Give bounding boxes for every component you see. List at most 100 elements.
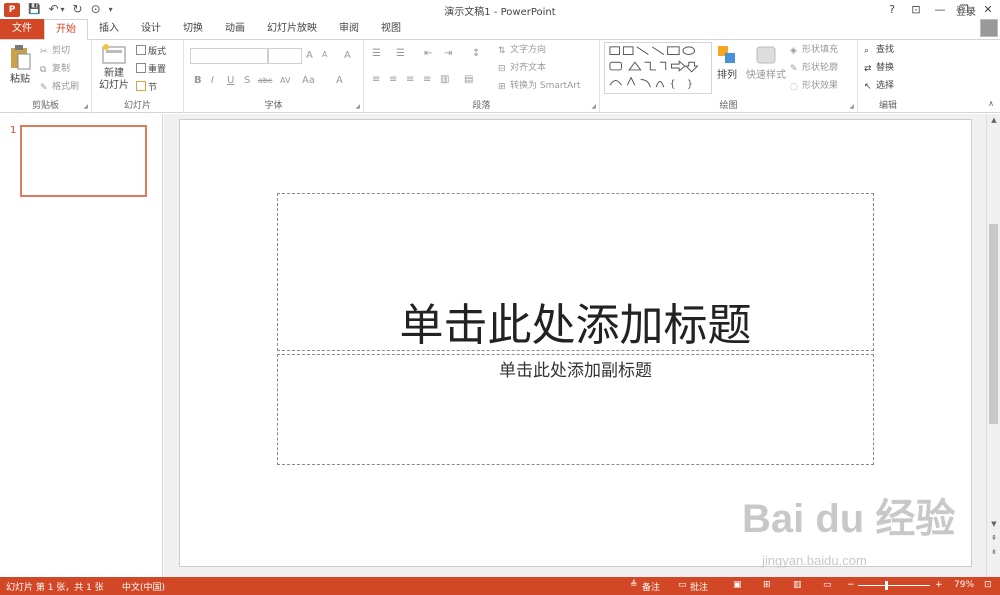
shape-outline-button[interactable]: ✎ 形状轮廓 — [790, 62, 838, 74]
reset-button[interactable]: 重置 — [136, 63, 166, 76]
line-spacing-icon[interactable]: ↕ — [472, 48, 480, 59]
font-size-combo[interactable] — [268, 48, 302, 64]
format-painter-button[interactable]: ✎ 格式刷 — [40, 81, 79, 93]
tab-insert[interactable]: 插入 — [88, 19, 130, 39]
zoom-level[interactable]: 79% — [954, 580, 974, 590]
editing-group-label: 编辑 — [878, 101, 897, 111]
strikethrough-button[interactable]: abc — [258, 76, 272, 85]
notes-icon[interactable]: ≜ — [630, 580, 638, 590]
font-launcher-icon[interactable]: ◢ — [355, 103, 360, 110]
convert-smartart-button[interactable]: ⊞ 转换为 SmartArt — [498, 80, 580, 92]
char-spacing-button[interactable]: AV — [280, 76, 290, 85]
collapse-ribbon-icon[interactable]: ∧ — [988, 99, 994, 108]
scroll-down-icon[interactable]: ▼ — [987, 520, 1000, 528]
subtitle-placeholder[interactable]: 单击此处添加副标题 — [277, 354, 874, 465]
tab-review[interactable]: 审阅 — [328, 19, 370, 39]
clipboard-launcher-icon[interactable]: ◢ — [83, 103, 88, 110]
close-icon[interactable]: ✕ — [976, 0, 1000, 19]
paragraph-launcher-icon[interactable]: ◢ — [591, 103, 596, 110]
avatar[interactable] — [980, 19, 998, 37]
ribbon-display-icon[interactable]: ⊡ — [904, 0, 928, 19]
vertical-scrollbar[interactable]: ▲ ▼ ⇞ ⇟ — [986, 114, 1000, 577]
find-button[interactable]: ⌕ 查找 — [864, 44, 894, 56]
shadow-button[interactable]: S — [244, 75, 250, 86]
reset-icon — [136, 63, 146, 73]
text-box-align-icon[interactable]: ▤ — [464, 74, 473, 85]
zoom-in-icon[interactable]: + — [935, 580, 943, 590]
slide-thumbnails-pane: 1 — [0, 114, 163, 577]
font-name-combo[interactable] — [190, 48, 268, 64]
login-link[interactable]: 登录 — [956, 3, 976, 18]
slide-sorter-icon[interactable]: ⊞ — [763, 580, 771, 590]
justify-icon[interactable]: ≡ — [423, 74, 431, 85]
fit-slide-icon[interactable]: ⊡ — [984, 580, 992, 590]
outline-pen-icon: ✎ — [790, 64, 798, 74]
align-text-button[interactable]: ⊟ 对齐文本 — [498, 62, 546, 74]
replace-label: 替换 — [876, 63, 895, 73]
shrink-font-icon[interactable]: A — [322, 50, 327, 59]
grow-font-icon[interactable]: A — [306, 50, 313, 61]
next-slide-icon[interactable]: ⇟ — [987, 548, 1000, 556]
drawing-launcher-icon[interactable]: ◢ — [849, 103, 854, 110]
replace-button[interactable]: ⇄ 替换 — [864, 62, 894, 74]
align-text-label: 对齐文本 — [510, 63, 547, 73]
bold-button[interactable]: B — [194, 75, 202, 86]
copy-button[interactable]: ⧉ 复制 — [40, 63, 70, 75]
align-left-icon[interactable]: ≡ — [372, 74, 380, 85]
zoom-slider-thumb[interactable] — [884, 581, 888, 590]
tab-file[interactable]: 文件 — [0, 19, 44, 39]
layout-button[interactable]: 版式 — [136, 45, 166, 58]
tab-home[interactable]: 开始 — [44, 19, 88, 40]
cut-button[interactable]: ✂ 剪切 — [40, 45, 70, 57]
align-text-icon: ⊟ — [498, 64, 506, 74]
scroll-up-icon[interactable]: ▲ — [987, 116, 1000, 124]
align-right-icon[interactable]: ≡ — [406, 74, 414, 85]
select-button[interactable]: ↖ 选择 — [864, 80, 894, 92]
tab-view[interactable]: 视图 — [370, 19, 412, 39]
comments-button[interactable]: 批注 — [690, 580, 708, 593]
tab-design[interactable]: 设计 — [130, 19, 172, 39]
arrange-button[interactable]: 排列 — [714, 44, 740, 82]
shapes-gallery[interactable]: { } — [604, 42, 712, 94]
smartart-icon: ⊞ — [498, 82, 506, 92]
zoom-out-icon[interactable]: − — [847, 580, 855, 590]
normal-view-icon[interactable]: ▣ — [733, 580, 742, 590]
slide-thumbnail[interactable] — [20, 125, 147, 197]
slideshow-view-icon[interactable]: ▭ — [823, 580, 832, 590]
paste-icon — [11, 45, 31, 70]
quick-styles-button[interactable]: 快速样式 — [744, 44, 788, 82]
underline-button[interactable]: U — [227, 75, 234, 86]
tab-animations[interactable]: 动画 — [214, 19, 256, 39]
shape-fill-button[interactable]: ◈ 形状填充 — [790, 44, 838, 56]
clear-format-icon[interactable]: A — [344, 50, 351, 61]
shape-effects-button[interactable]: ◌ 形状效果 — [790, 80, 838, 92]
reading-view-icon[interactable]: ▥ — [793, 580, 802, 590]
minimize-icon[interactable]: — — [928, 0, 952, 19]
text-direction-button[interactable]: ⇅ 文字方向 — [498, 44, 546, 56]
svg-text:{: { — [670, 79, 676, 90]
language-status[interactable]: 中文(中国) — [122, 580, 165, 593]
comments-icon[interactable]: ▭ — [678, 580, 687, 590]
columns-icon[interactable]: ▥ — [440, 74, 449, 85]
bullets-icon[interactable]: ☰ — [372, 48, 381, 59]
increase-indent-icon[interactable]: ⇥ — [444, 48, 452, 59]
italic-button[interactable]: I — [211, 75, 214, 86]
title-placeholder[interactable]: 单击此处添加标题 — [277, 193, 874, 351]
decrease-indent-icon[interactable]: ⇤ — [424, 48, 432, 59]
scrollbar-thumb[interactable] — [989, 224, 998, 424]
section-icon — [136, 81, 146, 91]
zoom-slider[interactable] — [858, 581, 930, 590]
font-color-button[interactable]: A — [336, 75, 343, 86]
scissors-icon: ✂ — [40, 47, 48, 57]
align-center-icon[interactable]: ≡ — [389, 74, 397, 85]
numbering-icon[interactable]: ☰ — [396, 48, 405, 59]
new-slide-button[interactable]: 新建 幻灯片 — [94, 44, 134, 92]
paste-button[interactable]: 粘贴 — [4, 44, 36, 86]
section-button[interactable]: 节 — [136, 81, 157, 94]
change-case-button[interactable]: Aa — [302, 75, 315, 86]
notes-button[interactable]: 备注 — [642, 580, 660, 593]
tab-transitions[interactable]: 切换 — [172, 19, 214, 39]
tab-slideshow[interactable]: 幻灯片放映 — [256, 19, 328, 39]
help-icon[interactable]: ? — [880, 0, 904, 19]
previous-slide-icon[interactable]: ⇞ — [987, 534, 1000, 542]
